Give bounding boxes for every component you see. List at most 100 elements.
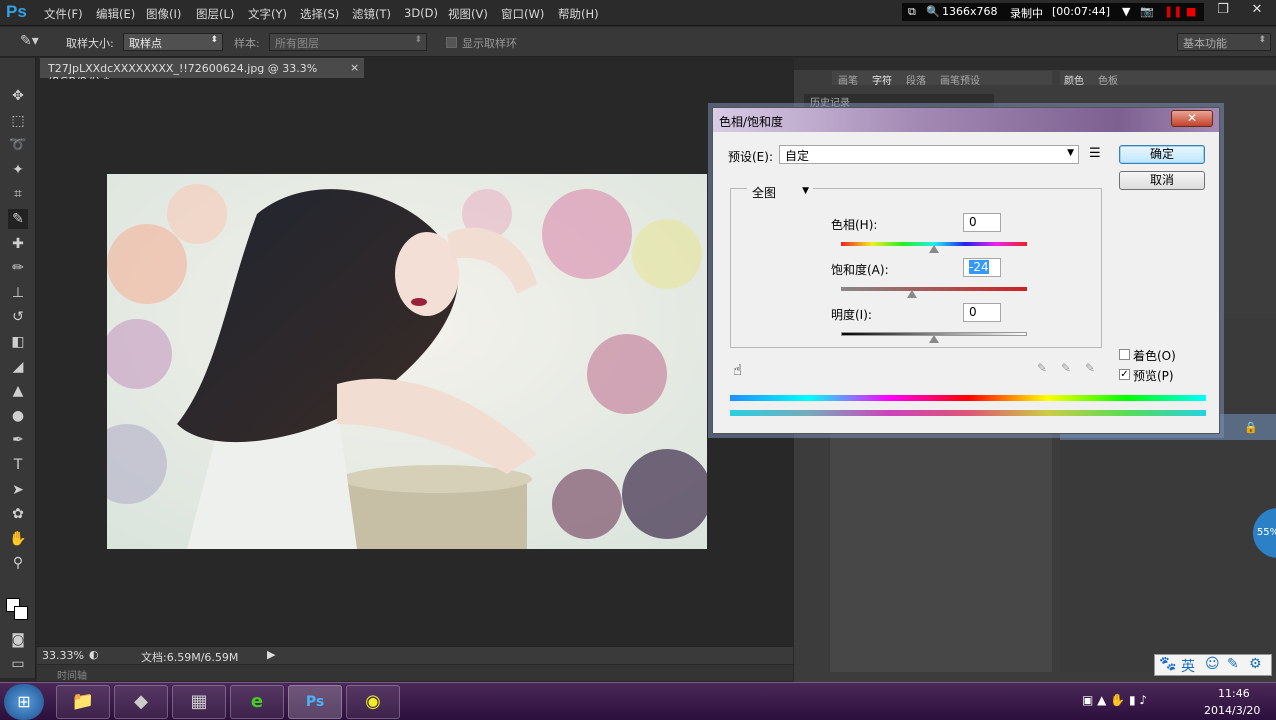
timeline-bar[interactable]: 时间轴 [37,665,793,682]
saturation-slider-thumb[interactable] [906,290,917,298]
tab-brush[interactable]: 画笔 [838,72,858,87]
menu-item-9[interactable]: 窗口(W) [501,6,544,22]
saturation-input[interactable]: -24 [963,258,1001,277]
lasso-tool-icon[interactable]: ➰ [8,135,28,155]
eyedropper-tool-icon[interactable]: ✎ [8,209,28,229]
colorize-label: 着色(O) [1133,349,1176,363]
lightness-input[interactable]: 0 [963,303,1001,322]
taskbar-photoshop-icon[interactable]: Ps [288,685,342,719]
menu-item-3[interactable]: 图层(L) [196,6,234,22]
paint-bucket-icon[interactable]: ◢ [8,357,28,377]
menu-item-6[interactable]: 滤镜(T) [352,6,391,22]
zoom-tool-icon[interactable]: ⚲ [8,553,28,573]
type-tool-icon[interactable]: T [8,455,28,475]
eyedropper-tool-icon[interactable]: ✎▾ [20,33,39,49]
menu-item-4[interactable]: 文字(Y) [248,6,287,22]
pen-tool-icon[interactable]: ✒ [8,430,28,450]
recorder-dropdown-icon[interactable]: ▼ [1122,5,1130,18]
tab-brush-presets[interactable]: 画笔预设 [940,72,980,87]
close-window-button[interactable]: ✕ [1246,2,1268,20]
preview-checkbox[interactable]: ✓ [1119,369,1130,380]
stamp-tool-icon[interactable]: ⊥ [8,283,28,303]
tab-color[interactable]: 颜色 [1064,72,1084,87]
brush-tool-icon[interactable]: ✏ [8,258,28,278]
taskbar-calculator-icon[interactable]: ▦ [172,685,226,719]
healing-tool-icon[interactable]: ✚ [8,234,28,254]
background-color-swatch[interactable] [14,606,28,620]
document-photo[interactable] [107,174,707,549]
menu-item-1[interactable]: 编辑(E) [96,6,135,22]
start-button[interactable]: ⊞ [4,684,44,720]
quick-mask-icon[interactable]: ◙ [8,630,28,650]
dialog-close-button[interactable]: ✕ [1171,110,1213,127]
hand-tool-icon[interactable]: ✋ [8,529,28,549]
preset-options-icon[interactable]: ☰ [1089,146,1101,161]
layer-lock-icon: 🔒 [1244,421,1258,434]
restore-window-button[interactable]: ❐ [1212,2,1234,20]
tab-paragraph[interactable]: 段落 [906,72,926,87]
screen-mode-icon[interactable]: ▭ [8,654,28,674]
hue-input[interactable]: 0 [963,213,1001,232]
document-tab[interactable]: T27JpLXXdcXXXXXXXX_!!72600624.jpg @ 33.3… [40,58,364,88]
marquee-tool-icon[interactable]: ⬚ [8,111,28,131]
targeted-adjust-hand-icon[interactable]: ☝ [733,361,742,379]
tab-character[interactable]: 字符 [872,72,892,87]
menu-item-8[interactable]: 视图(V) [448,6,488,22]
menu-item-2[interactable]: 图像(I) [146,6,181,22]
cancel-button[interactable]: 取消 [1119,171,1205,190]
clock-date[interactable]: 2014/3/20 [1204,704,1260,717]
crop-tool-icon[interactable]: ⌗ [8,184,28,204]
blur-tool-icon[interactable]: ▲ [8,381,28,401]
eyedropper-icon[interactable]: ✎ [1037,361,1047,375]
menu-item-7[interactable]: 3D(D) [404,6,438,20]
recorder-window-icon[interactable]: ⧉ [908,5,916,19]
hue-slider-thumb[interactable] [929,245,939,253]
preset-select[interactable]: 自定 ▼ [779,145,1079,164]
zoom-level[interactable]: 33.33% [42,649,84,662]
eyedropper-plus-icon[interactable]: ✎ [1061,361,1071,375]
ime-emoji-icon[interactable]: ☺ [1205,656,1220,672]
tray-icons[interactable]: ▣ ▲ ✋ ▮ ♪ [1082,693,1147,707]
workspace-select[interactable]: 基本功能 ⬍ [1177,33,1271,51]
taskbar-explorer-icon[interactable]: 📁 [56,685,110,719]
menu-item-5[interactable]: 选择(S) [300,6,339,22]
history-panel-header[interactable]: 历史记录 [804,94,994,109]
dodge-tool-icon[interactable]: ● [8,406,28,426]
close-tab-icon[interactable]: × [350,61,359,74]
taskbar-ie-icon[interactable]: e [230,685,284,719]
ime-toolbar[interactable]: 🐾 英 ☺ ✎ ⚙ [1154,654,1272,676]
path-select-icon[interactable]: ➤ [8,480,28,500]
saturation-slider-track[interactable] [841,287,1027,291]
magic-wand-tool-icon[interactable]: ✦ [8,160,28,180]
taskbar-player-icon[interactable]: ◉ [346,685,400,719]
panel-tabs-right: 颜色 色板 [1060,71,1276,87]
history-brush-icon[interactable]: ↺ [8,307,28,327]
tab-swatches[interactable]: 色板 [1098,72,1118,87]
ime-pen-icon[interactable]: ✎ [1227,656,1239,672]
show-ring-checkbox[interactable] [446,37,457,48]
ime-paw-icon[interactable]: 🐾 [1159,656,1176,672]
sample-layers-select[interactable]: 所有图层 ⬍ [269,33,427,51]
ime-lang[interactable]: 英 [1181,656,1195,676]
status-info-icon[interactable]: ◐ [89,648,99,661]
lightness-slider-thumb[interactable] [929,335,939,343]
status-menu-arrow-icon[interactable]: ▶ [267,648,275,661]
pause-icon[interactable]: ❚❚ [1164,5,1182,18]
dialog-title-bar[interactable]: 色相/饱和度 ✕ [713,108,1219,132]
menu-item-10[interactable]: 帮助(H) [558,6,599,22]
camera-icon[interactable]: 📷 [1140,5,1154,18]
eyedropper-minus-icon[interactable]: ✎ [1085,361,1095,375]
ok-button[interactable]: 确定 [1119,145,1205,164]
ime-gear-icon[interactable]: ⚙ [1249,656,1262,672]
sample-size-select[interactable]: 取样点 ⬍ [123,33,223,51]
menu-item-0[interactable]: 文件(F) [44,6,83,22]
move-tool-icon[interactable]: ✥ [8,86,28,106]
clock-time[interactable]: 11:46 [1218,687,1250,700]
channel-select[interactable]: 全图 ▼ [747,183,813,202]
colorize-checkbox[interactable] [1119,349,1130,360]
stop-icon[interactable]: ■ [1186,5,1196,18]
taskbar-app-icon[interactable]: ◆ [114,685,168,719]
hue-saturation-dialog: 色相/饱和度 ✕ 预设(E): 自定 ▼ ☰ 确定 取消 全图 ▼ 色相(H): 0… [712,107,1220,434]
eraser-tool-icon[interactable]: ◧ [8,332,28,352]
shape-tool-icon[interactable]: ✿ [8,504,28,524]
